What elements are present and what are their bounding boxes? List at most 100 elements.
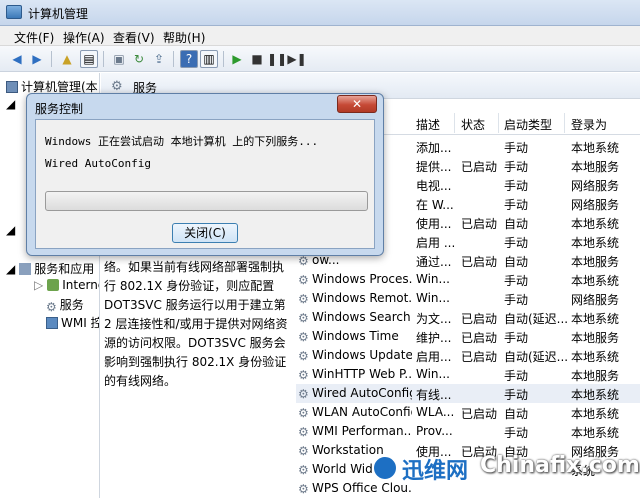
- start-service-icon[interactable]: ▶: [228, 50, 246, 68]
- table-row[interactable]: ⚙ Windows Time 维护... 已启动 手动 本地服务: [296, 327, 640, 346]
- table-row[interactable]: ⚙ Windows Update 启用... 已启动 自动(延迟... 本地系统: [296, 346, 640, 365]
- cell-logon-as: 本地服务: [571, 331, 620, 345]
- col-logon-as[interactable]: 登录为: [571, 116, 607, 133]
- help-icon[interactable]: ?: [180, 50, 198, 68]
- cell-name: Wired AutoConfig: [312, 386, 412, 400]
- col-description[interactable]: 描述: [416, 116, 440, 133]
- tree-item-services[interactable]: ⚙ 服务: [46, 296, 84, 314]
- tree-item-wmi[interactable]: WMI 控: [46, 314, 99, 332]
- forward-arrow-icon[interactable]: ▶: [28, 50, 46, 68]
- cell-description: Win...: [416, 367, 450, 381]
- dialog-close-icon[interactable]: ✕: [337, 95, 377, 113]
- properties-icon[interactable]: ▣: [110, 50, 128, 68]
- tree-item-services-apps[interactable]: ◢ 服务和应用: [6, 260, 94, 278]
- cell-startup-type: 手动: [504, 198, 529, 212]
- wmi-icon: [46, 317, 58, 329]
- cell-logon-as: 本地系统: [571, 312, 620, 326]
- cell-logon-as: 本地系统: [571, 217, 620, 231]
- table-row[interactable]: ⚙ WinHTTP Web P... Win... 手动 本地服务: [296, 365, 640, 384]
- cell-description: Prov...: [416, 424, 453, 438]
- cell-status: 已启动: [461, 407, 498, 421]
- dialog-title: 服务控制: [35, 102, 84, 116]
- show-hide-pane-icon[interactable]: ▥: [200, 50, 218, 68]
- service-gear-icon: ⚙: [298, 330, 309, 344]
- cell-name: Windows Update: [312, 348, 412, 362]
- cell-startup-type: 手动: [504, 179, 529, 193]
- table-row[interactable]: ⚙ Windows Search 为文... 已启动 自动(延迟... 本地系统: [296, 308, 640, 327]
- cell-description: 有线...: [416, 388, 452, 402]
- window-titlebar: 计算机管理: [0, 0, 640, 26]
- col-status[interactable]: 状态: [461, 116, 485, 133]
- progress-bar: [45, 191, 368, 211]
- service-gear-icon: ⚙: [298, 387, 309, 401]
- service-description: 络。如果当前有线网络部署强制执行 802.1X 身份验证，则应配置 DOT3SV…: [104, 260, 288, 388]
- cell-startup-type: 自动(延迟...: [504, 350, 568, 364]
- table-row[interactable]: ⚙ Wired AutoConfig 有线... 手动 本地系统: [296, 384, 640, 403]
- service-gear-icon: ⚙: [298, 425, 309, 439]
- tree-item-iis[interactable]: ▷Internet: [34, 278, 99, 296]
- cell-startup-type: 手动: [504, 331, 529, 345]
- service-gear-icon: ⚙: [298, 254, 309, 268]
- services-apps-icon: [19, 263, 32, 275]
- cell-startup-type: 自动(延迟...: [504, 312, 568, 326]
- tree-expand-arrow[interactable]: ◢: [6, 97, 15, 115]
- menu-bar: 文件(F) 操作(A) 查看(V) 帮助(H): [0, 26, 640, 46]
- back-arrow-icon[interactable]: ◀: [8, 50, 26, 68]
- table-row[interactable]: ⚙ Windows Remot... Win... 手动 网络服务: [296, 289, 640, 308]
- cell-logon-as: 本地服务: [571, 369, 620, 383]
- cell-logon-as: 本地系统: [571, 274, 620, 288]
- cell-description: Win...: [416, 272, 450, 286]
- cell-logon-as: 本地服务: [571, 255, 620, 269]
- menu-file[interactable]: 文件(F): [14, 29, 54, 46]
- table-row[interactable]: ⚙ Windows Proces... Win... 手动 本地系统: [296, 270, 640, 289]
- computer-management-icon: [6, 5, 22, 19]
- cell-logon-as: 网络服务: [571, 179, 620, 193]
- stop-service-icon[interactable]: ■: [248, 50, 266, 68]
- watermark-brand-en: Chinafix.com: [480, 453, 640, 478]
- cell-status: 已启动: [461, 312, 498, 326]
- menu-action[interactable]: 操作(A): [63, 29, 105, 46]
- cell-startup-type: 自动: [504, 217, 529, 231]
- cell-startup-type: 自动: [504, 255, 529, 269]
- service-gear-icon: ⚙: [298, 273, 309, 287]
- cell-status: 已启动: [461, 350, 498, 364]
- toolbar: ◀ ▶ ▲ ▤ ▣ ↻ ⇪ ? ▥ ▶ ■ ❚❚ ▶❚: [0, 46, 640, 72]
- export-list-icon[interactable]: ⇪: [150, 50, 168, 68]
- cell-name: Windows Time: [312, 329, 399, 343]
- menu-help[interactable]: 帮助(H): [163, 29, 205, 46]
- up-folder-icon[interactable]: ▲: [58, 50, 76, 68]
- table-row[interactable]: ⚙ WLAN AutoConfig WLA... 已启动 自动 本地系统: [296, 403, 640, 422]
- iis-icon: [47, 279, 60, 291]
- dialog-service-name: Wired AutoConfig: [45, 157, 151, 170]
- computer-icon: [6, 81, 18, 93]
- table-row[interactable]: ⚙ WMI Performan... Prov... 手动 本地系统: [296, 422, 640, 441]
- service-gear-icon: ⚙: [298, 311, 309, 325]
- cell-startup-type: 手动: [504, 236, 529, 250]
- window-title: 计算机管理: [28, 7, 89, 21]
- tree-expand-arrow[interactable]: ◢: [6, 223, 15, 241]
- restart-service-icon[interactable]: ▶❚: [287, 50, 306, 68]
- refresh-icon[interactable]: ↻: [130, 50, 148, 68]
- service-gear-icon: ⚙: [298, 482, 309, 496]
- cell-description: 通过...: [416, 255, 452, 269]
- service-control-dialog: 服务控制 ✕ Windows 正在尝试启动 本地计算机 上的下列服务... Wi…: [26, 93, 384, 256]
- cell-description: 电视...: [416, 179, 452, 193]
- close-button[interactable]: 关闭(C): [172, 223, 238, 243]
- cell-description: 维护...: [416, 331, 452, 345]
- watermark-brand-cn: 迅维网: [402, 459, 469, 484]
- service-gear-icon: ⚙: [298, 349, 309, 363]
- service-gear-icon: ⚙: [298, 444, 309, 458]
- menu-view[interactable]: 查看(V): [113, 29, 155, 46]
- cell-startup-type: 手动: [504, 388, 529, 402]
- pause-service-icon[interactable]: ❚❚: [267, 50, 287, 68]
- watermark-logo-icon: [372, 455, 398, 481]
- cell-logon-as: 网络服务: [571, 293, 620, 307]
- col-startup-type[interactable]: 启动类型: [504, 116, 552, 133]
- cell-logon-as: 本地系统: [571, 236, 620, 250]
- cell-logon-as: 本地服务: [571, 160, 620, 174]
- cell-description: 提供...: [416, 160, 452, 174]
- console-tree-icon[interactable]: ▤: [80, 50, 98, 68]
- cell-name: Windows Remot...: [312, 291, 412, 305]
- gear-icon: ⚙: [111, 79, 123, 94]
- cell-startup-type: 手动: [504, 274, 529, 288]
